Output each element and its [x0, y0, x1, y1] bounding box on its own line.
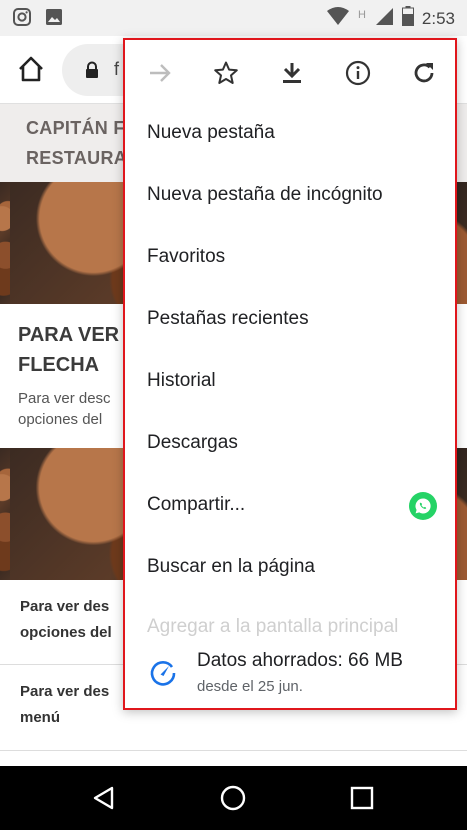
network-type-label: H — [357, 8, 366, 21]
menu-item-downloads[interactable]: Descargas — [147, 428, 238, 458]
back-icon[interactable] — [90, 784, 118, 812]
menu-item-share[interactable]: Compartir... — [147, 490, 245, 520]
menu-icon-row — [125, 40, 455, 106]
data-saved-subtitle: desde el 25 jun. — [197, 678, 303, 695]
banner-title-line: RESTAURA — [26, 148, 128, 168]
info-icon[interactable] — [343, 58, 373, 88]
list-item-link[interactable]: Para ver des — [20, 594, 109, 620]
article-title-line[interactable]: FLECHA — [18, 350, 99, 380]
system-nav-bar — [0, 766, 467, 830]
list-item-link[interactable]: menú — [20, 705, 60, 731]
url-text: f — [114, 59, 120, 79]
photo-edge — [0, 182, 10, 304]
photo-edge — [0, 448, 10, 580]
signal-icon — [374, 6, 394, 31]
menu-item-history[interactable]: Historial — [147, 366, 216, 396]
image-icon — [44, 7, 64, 32]
home-icon[interactable] — [16, 54, 46, 84]
list-item-link[interactable]: opciones del — [20, 620, 112, 646]
battery-icon — [401, 6, 414, 31]
banner-title-line: CAPITÁN F — [26, 118, 125, 138]
article-text-line: Para ver desc — [18, 390, 111, 407]
recents-icon[interactable] — [348, 784, 376, 812]
article-text-line: opciones del — [18, 411, 103, 428]
wifi-icon — [326, 6, 350, 31]
download-icon[interactable] — [277, 58, 307, 88]
list-item-link[interactable]: Para ver des — [20, 679, 109, 705]
home-circle-icon[interactable] — [219, 784, 247, 812]
article-title-line[interactable]: PARA VER — [18, 320, 119, 350]
status-time: 2:53 — [421, 8, 455, 28]
divider — [0, 750, 467, 751]
data-saver-summary[interactable]: Datos ahorrados: 66 MB desde el 25 jun. — [125, 640, 455, 708]
overflow-menu: Nueva pestaña Nueva pestaña de incógnito… — [123, 38, 457, 710]
menu-item-add-to-home-screen[interactable]: Agregar a la pantalla principal — [147, 612, 398, 642]
menu-item-bookmarks[interactable]: Favoritos — [147, 242, 225, 272]
refresh-icon[interactable] — [409, 58, 439, 88]
menu-item-find-in-page[interactable]: Buscar en la página — [147, 552, 315, 582]
data-saved-title: Datos ahorrados: 66 MB — [197, 650, 403, 671]
menu-item-new-tab[interactable]: Nueva pestaña — [147, 118, 275, 148]
forward-icon[interactable] — [145, 58, 175, 88]
status-bar: H 2:53 — [0, 0, 467, 36]
whatsapp-icon[interactable] — [409, 492, 437, 520]
bookmark-star-icon[interactable] — [211, 58, 241, 88]
data-saver-gauge-icon — [147, 658, 177, 693]
menu-item-recent-tabs[interactable]: Pestañas recientes — [147, 304, 309, 334]
instagram-icon — [12, 7, 32, 32]
menu-item-new-incognito-tab[interactable]: Nueva pestaña de incógnito — [147, 180, 383, 210]
lock-icon — [84, 61, 100, 84]
